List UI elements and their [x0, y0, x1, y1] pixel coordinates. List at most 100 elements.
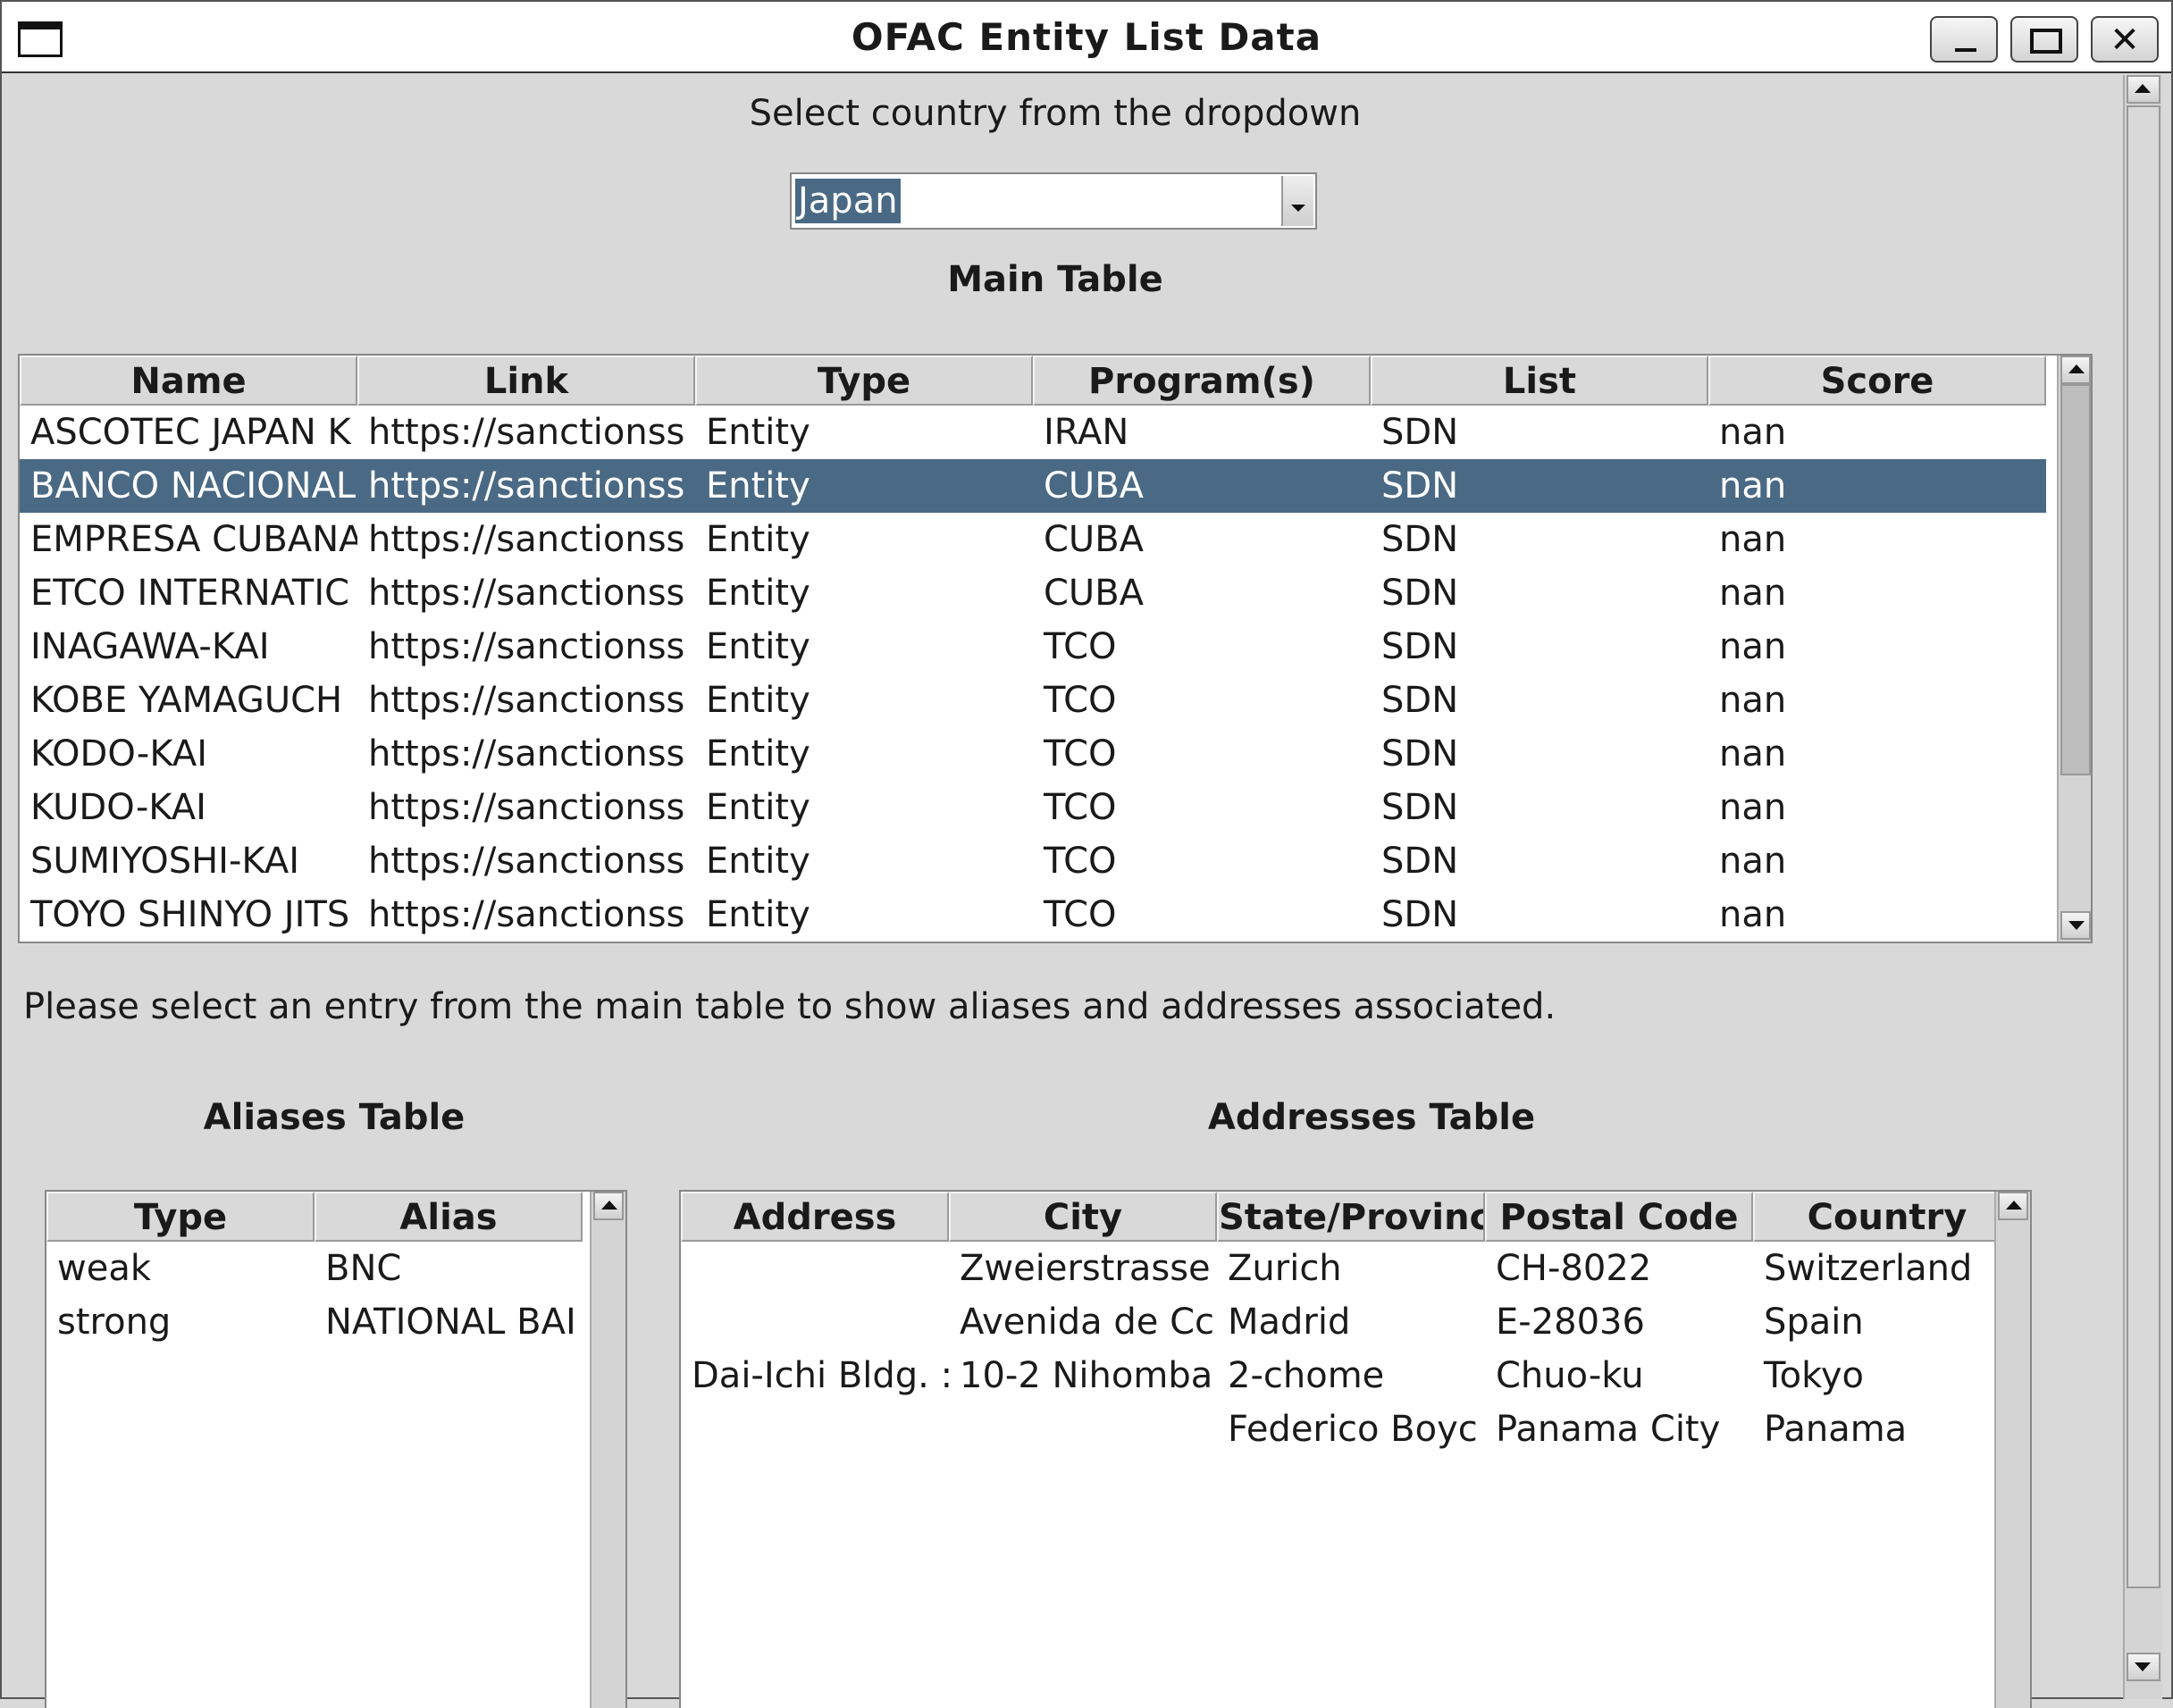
table-row[interactable]: EMPRESA CUBANA https://sanctionss Entity CU… — [20, 513, 2046, 566]
instruction-text: Please select an entry from the main tab… — [23, 986, 1556, 1027]
table-cell: nan — [1719, 733, 1787, 774]
scroll-down-icon[interactable] — [2060, 911, 2091, 940]
column-header[interactable]: Link — [357, 356, 695, 406]
scrollbar-thumb[interactable] — [2060, 384, 2091, 775]
scroll-up-icon[interactable] — [2127, 75, 2160, 104]
window-scrollbar[interactable] — [2123, 75, 2162, 1699]
table-cell: https://sanctionss — [368, 519, 685, 560]
main-table-header: Name Link Type Program(s) List Score — [20, 356, 2046, 406]
aliases-table-heading: Aliases Table — [203, 1097, 466, 1138]
addresses-table[interactable]: Address City State/Provinc Postal Code Count… — [679, 1190, 2032, 1708]
column-header[interactable]: List — [1371, 356, 1708, 406]
table-row[interactable]: KOBE YAMAGUCH https://sanctionss Entity TCO… — [20, 674, 2046, 727]
close-button[interactable]: ✕ — [2091, 16, 2159, 63]
table-cell: SDN — [1381, 573, 1459, 614]
table-row[interactable]: KUDO-KAI https://sanctionss Entity TCO SDN na… — [20, 781, 2046, 834]
column-header[interactable]: Program(s) — [1033, 356, 1371, 406]
aliases-table-body[interactable]: weak BNC strong NATIONAL BAI — [46, 1242, 583, 1349]
aliases-table[interactable]: Type Alias weak BNC strong NATIONAL BAI — [45, 1190, 627, 1708]
table-cell: https://sanctionss — [368, 733, 685, 774]
table-cell: https://sanctionss — [368, 680, 685, 721]
column-header[interactable]: Address — [681, 1192, 949, 1242]
close-icon: ✕ — [2110, 20, 2140, 61]
dropdown-arrow-icon[interactable] — [1281, 176, 1313, 226]
column-header[interactable]: Name — [20, 356, 357, 406]
table-cell: INAGAWA-KAI — [30, 626, 270, 667]
window-menu-icon[interactable] — [18, 21, 63, 57]
table-row[interactable]: weak BNC — [46, 1242, 583, 1295]
table-cell: ETCO INTERNATIC — [30, 573, 350, 614]
table-cell: https://sanctionss — [368, 573, 685, 614]
table-cell: https://sanctionss — [368, 787, 685, 828]
country-prompt: Select country from the dropdown — [749, 93, 1362, 134]
table-cell: Panama City — [1496, 1409, 1721, 1450]
table-row[interactable]: Federico Boyc Panama City Panama — [681, 1402, 2021, 1456]
table-row[interactable]: SUMIYOSHI-KAI https://sanctionss Entity TCO… — [20, 834, 2046, 888]
column-header[interactable]: Type — [46, 1192, 315, 1242]
scroll-up-icon[interactable] — [593, 1192, 624, 1220]
table-cell: E-28036 — [1496, 1302, 1645, 1343]
table-cell: Entity — [706, 626, 810, 667]
table-cell: TCO — [1044, 733, 1117, 774]
table-row[interactable]: strong NATIONAL BAI — [46, 1295, 583, 1349]
column-header[interactable]: Type — [695, 356, 1033, 406]
table-cell: BNC — [325, 1248, 402, 1289]
table-cell: Federico Boyc — [1228, 1409, 1478, 1450]
table-cell: nan — [1719, 465, 1787, 507]
table-cell: Switzerland — [1764, 1248, 1973, 1289]
country-dropdown[interactable]: Japan — [790, 172, 1317, 230]
table-cell — [681, 1295, 949, 1349]
table-row[interactable]: Avenida de Cc Madrid E-28036 Spain — [681, 1295, 2021, 1349]
table-cell: TCO — [1044, 626, 1117, 667]
table-row[interactable]: BANCO NACIONAL https://sanctionss Entity CU… — [20, 459, 2046, 513]
table-cell: Entity — [706, 680, 810, 721]
window-scrollbar-thumb[interactable] — [2127, 105, 2160, 1588]
table-cell: nan — [1719, 680, 1787, 721]
table-cell: Panama — [1764, 1409, 1908, 1450]
column-header[interactable]: State/Provinc — [1217, 1192, 1485, 1242]
main-table-scrollbar[interactable] — [2057, 356, 2091, 942]
table-cell: TCO — [1044, 787, 1117, 828]
table-cell: Zweierstrasse — [960, 1248, 1211, 1289]
table-cell: Entity — [706, 465, 810, 507]
table-cell: https://sanctionss — [368, 626, 685, 667]
table-row[interactable]: Zweierstrasse Zurich CH-8022 Switzerland — [681, 1242, 2021, 1295]
table-cell: nan — [1719, 626, 1787, 667]
table-row[interactable]: ETCO INTERNATIC https://sanctionss Entity C… — [20, 566, 2046, 620]
table-cell: KOBE YAMAGUCH — [30, 680, 343, 721]
table-row[interactable]: TOYO SHINYO JITS https://sanctionss Entity… — [20, 888, 2046, 942]
title-bar[interactable]: OFAC Entity List Data ✕ — [2, 2, 2171, 73]
table-row[interactable]: KODO-KAI https://sanctionss Entity TCO SDN na… — [20, 727, 2046, 781]
table-cell: weak — [57, 1248, 151, 1289]
table-row[interactable]: Dai-Ichi Bldg. : 10-2 Nihomba 2-chome Chuo-… — [681, 1349, 2021, 1402]
main-table-heading: Main Table — [947, 259, 1163, 300]
scroll-down-icon[interactable] — [2127, 1653, 2160, 1681]
table-cell: Dai-Ichi Bldg. : — [692, 1355, 949, 1396]
main-table-body[interactable]: ASCOTEC JAPAN Khttps://sanctionss Entity I… — [20, 406, 2046, 942]
table-cell: CUBA — [1044, 573, 1145, 614]
scroll-up-icon[interactable] — [2060, 356, 2091, 384]
scroll-up-icon[interactable] — [1998, 1192, 2028, 1220]
table-cell: nan — [1719, 787, 1787, 828]
column-header[interactable]: Postal Code — [1485, 1192, 1753, 1242]
aliases-table-header: Type Alias — [46, 1192, 583, 1242]
column-header[interactable]: City — [949, 1192, 1217, 1242]
maximize-button[interactable] — [2010, 16, 2078, 63]
table-cell: strong — [57, 1302, 172, 1343]
addresses-table-body[interactable]: Zweierstrasse Zurich CH-8022 Switzerland Ave… — [681, 1242, 2021, 1456]
table-cell: SDN — [1381, 465, 1459, 507]
table-cell: nan — [1719, 519, 1787, 560]
table-row[interactable]: INAGAWA-KAI https://sanctionss Entity TCO SD… — [20, 620, 2046, 674]
column-header[interactable]: Country — [1753, 1192, 2021, 1242]
table-cell: Chuo-ku — [1496, 1355, 1644, 1396]
table-cell: TCO — [1044, 894, 1117, 935]
aliases-table-scrollbar[interactable] — [590, 1192, 625, 1708]
table-row[interactable]: ASCOTEC JAPAN K https://sanctionss Entity I… — [20, 406, 2046, 459]
column-header[interactable]: Score — [1708, 356, 2046, 406]
column-header[interactable]: Alias — [315, 1192, 583, 1242]
main-table[interactable]: Name Link Type Program(s) List Score ASCOTEC … — [18, 354, 2093, 943]
table-cell: SDN — [1381, 519, 1459, 560]
country-selected-value[interactable]: Japan — [795, 179, 901, 223]
addresses-table-scrollbar[interactable] — [1994, 1192, 2030, 1708]
minimize-button[interactable] — [1930, 16, 1998, 63]
